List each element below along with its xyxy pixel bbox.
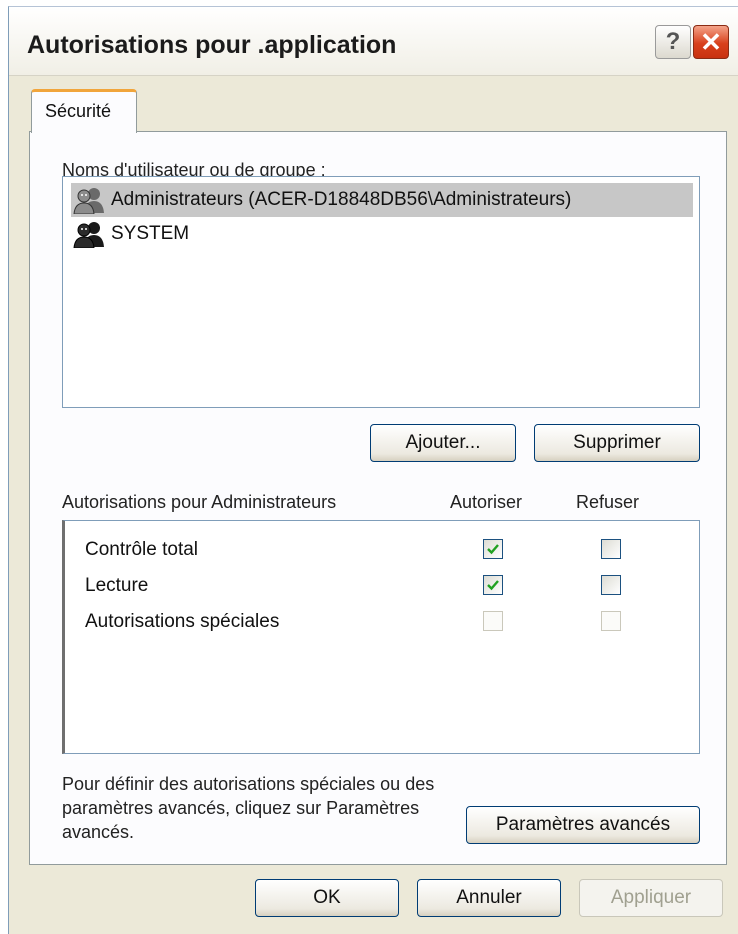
allow-checkbox-lecture[interactable]	[483, 575, 503, 595]
help-button[interactable]: ?	[655, 25, 691, 59]
advanced-help-text: Pour définir des autorisations spéciales…	[62, 774, 435, 842]
users-group-icon	[73, 222, 104, 248]
close-icon: ✕	[700, 27, 722, 57]
deny-checkbox-autorisations-speciales	[601, 611, 621, 631]
allow-checkbox-controle-total[interactable]	[483, 539, 503, 559]
allow-checkbox-autorisations-speciales	[483, 611, 503, 631]
permission-row-lecture: Lecture	[85, 573, 685, 603]
deny-checkbox-controle-total[interactable]	[601, 539, 621, 559]
permissions-label: Autorisations pour Administrateurs	[62, 492, 337, 512]
deny-header: Refuser	[576, 492, 640, 512]
close-button[interactable]: ✕	[693, 25, 729, 59]
title-bar[interactable]: Autorisations pour .application ? ✕	[9, 7, 738, 76]
permission-name: Autorisations spéciales	[85, 611, 280, 632]
user-name: SYSTEM	[111, 223, 190, 244]
security-panel: Noms d'utilisateur ou de groupe : Admini…	[29, 131, 727, 865]
permission-name: Lecture	[85, 575, 149, 596]
question-mark-icon: ?	[665, 28, 681, 55]
remove-button[interactable]: Supprimer	[534, 424, 700, 462]
user-item-system[interactable]: SYSTEM	[71, 217, 693, 251]
users-group-icon	[73, 188, 104, 214]
allow-header: Autoriser	[450, 492, 523, 512]
check-icon	[487, 580, 499, 591]
user-name: Administrateurs (ACER-D18848DB56\Adminis…	[111, 189, 572, 210]
ok-button[interactable]: OK	[255, 879, 399, 917]
tab-label: Sécurité	[45, 101, 112, 121]
permissions-list: Contrôle total Lecture Autorisations spé…	[62, 520, 700, 754]
permissions-dialog: Autorisations pour .application ? ✕ Sécu…	[8, 6, 738, 934]
window-title: Autorisations pour .application	[27, 31, 397, 59]
permission-row-autorisations-speciales: Autorisations spéciales	[85, 609, 685, 639]
add-button[interactable]: Ajouter...	[370, 424, 516, 462]
permission-row-controle-total: Contrôle total	[85, 537, 685, 567]
user-item-administrateurs[interactable]: Administrateurs (ACER-D18848DB56\Adminis…	[71, 183, 693, 217]
check-icon	[487, 544, 499, 555]
advanced-settings-button[interactable]: Paramètres avancés	[466, 806, 700, 844]
tab-securite[interactable]: Sécurité	[31, 89, 137, 133]
cancel-button[interactable]: Annuler	[417, 879, 561, 917]
user-list[interactable]: Administrateurs (ACER-D18848DB56\Adminis…	[62, 176, 700, 408]
apply-button: Appliquer	[579, 879, 723, 917]
deny-checkbox-lecture[interactable]	[601, 575, 621, 595]
permission-name: Contrôle total	[85, 539, 199, 560]
